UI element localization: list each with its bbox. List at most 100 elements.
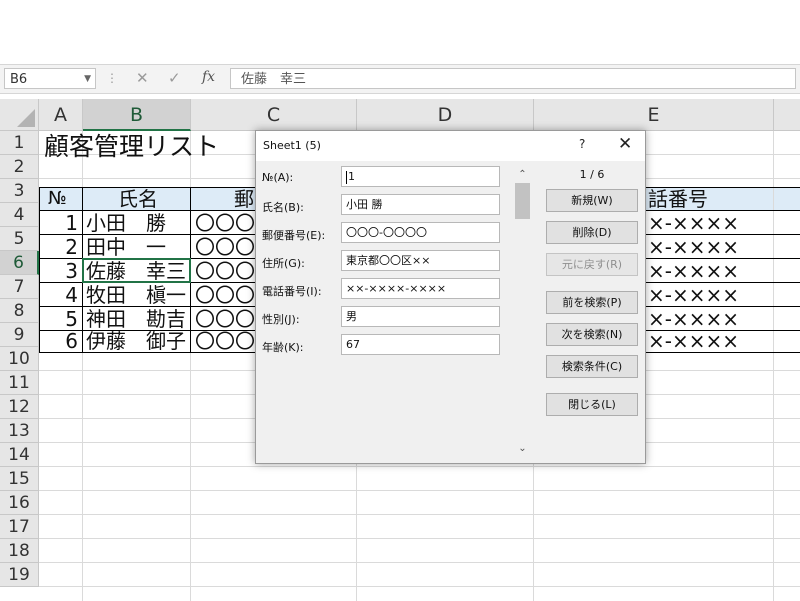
data-form-dialog: Sheet1 (5) ? ✕ №(A): 1 氏名(B): 小田 勝 郵便番号(… <box>255 130 646 464</box>
record-phone-partial[interactable]: ×-×××× <box>648 283 798 307</box>
row-header-5[interactable]: 5 <box>0 227 39 251</box>
select-all-corner[interactable] <box>0 99 39 131</box>
window-top-area <box>0 0 800 58</box>
name-box[interactable]: B6 ▼ <box>4 68 96 89</box>
column-header-e[interactable]: E <box>534 99 774 131</box>
field-label-phone: 電話番号(I): <box>262 285 322 298</box>
dialog-title: Sheet1 (5) <box>263 139 321 152</box>
gridline <box>39 490 800 491</box>
field-input-postal-code[interactable]: 〇〇〇-〇〇〇〇 <box>341 222 500 243</box>
row-header-4[interactable]: 4 <box>0 203 39 227</box>
gridline <box>39 562 800 563</box>
gridline <box>39 586 800 587</box>
record-postal-partial[interactable]: 〇〇〇 <box>195 283 255 307</box>
row-header-1[interactable]: 1 <box>0 131 39 155</box>
scroll-up-icon[interactable]: ⌃ <box>514 169 531 180</box>
row-header-3[interactable]: 3 <box>0 179 39 203</box>
record-name[interactable]: 牧田 槇一 <box>86 283 190 307</box>
field-label-postal-code: 郵便番号(E): <box>262 229 326 242</box>
field-label-address: 住所(G): <box>262 257 305 270</box>
record-phone-partial[interactable]: ×-×××× <box>648 235 798 259</box>
record-postal-partial[interactable]: 〇〇〇 <box>195 329 255 353</box>
row-header-17[interactable]: 17 <box>0 515 39 539</box>
row-header-6[interactable]: 6 <box>0 251 39 275</box>
close-icon[interactable]: ✕ <box>618 134 632 154</box>
restore-button[interactable]: 元に戻す(R) <box>546 253 638 276</box>
field-label-age: 年齢(K): <box>262 341 304 354</box>
record-postal-partial[interactable]: 〇〇〇 <box>195 235 255 259</box>
field-input-name[interactable]: 小田 勝 <box>341 194 500 215</box>
find-next-button[interactable]: 次を検索(N) <box>546 323 638 346</box>
record-no[interactable]: 4 <box>40 283 78 307</box>
field-label-no: №(A): <box>262 171 294 184</box>
record-no[interactable]: 5 <box>40 307 78 331</box>
row-header-13[interactable]: 13 <box>0 419 39 443</box>
header-name[interactable]: 氏名 <box>118 187 178 211</box>
header-no[interactable]: № <box>48 187 82 211</box>
record-phone-partial[interactable]: ×-×××× <box>648 329 798 353</box>
header-phone-partial[interactable]: 話番号 <box>648 187 758 211</box>
record-name[interactable]: 田中 一 <box>86 235 190 259</box>
row-header-16[interactable]: 16 <box>0 491 39 515</box>
record-phone-partial[interactable]: ×-×××× <box>648 211 798 235</box>
delete-button[interactable]: 削除(D) <box>546 221 638 244</box>
formula-bar-grip-icon: ⋮ <box>106 71 118 85</box>
column-header-c[interactable]: C <box>191 99 357 131</box>
row-header-14[interactable]: 14 <box>0 443 39 467</box>
header-c-partial[interactable]: 郵 <box>234 187 256 211</box>
column-header-a[interactable]: A <box>39 99 83 131</box>
active-cell-indicator <box>82 258 191 283</box>
field-value-no: 1 <box>348 170 355 183</box>
field-label-name: 氏名(B): <box>262 201 304 214</box>
row-header-7[interactable]: 7 <box>0 275 39 299</box>
record-postal-partial[interactable]: 〇〇〇 <box>195 211 255 235</box>
field-input-phone[interactable]: ××-××××-×××× <box>341 278 500 299</box>
record-name[interactable]: 小田 勝 <box>86 211 190 235</box>
field-input-gender[interactable]: 男 <box>341 306 500 327</box>
dialog-title-bar[interactable]: Sheet1 (5) ? ✕ <box>256 131 645 161</box>
row-header-11[interactable]: 11 <box>0 371 39 395</box>
record-name[interactable]: 神田 勘吉 <box>86 307 190 331</box>
help-icon[interactable]: ? <box>579 137 585 151</box>
field-input-age[interactable]: 67 <box>341 334 500 355</box>
row-header-2[interactable]: 2 <box>0 155 39 179</box>
row-header-19[interactable]: 19 <box>0 563 39 587</box>
field-input-address[interactable]: 東京都〇〇区×× <box>341 250 500 271</box>
insert-function-icon[interactable]: fx <box>202 69 215 85</box>
criteria-button[interactable]: 検索条件(C) <box>546 355 638 378</box>
enter-icon[interactable]: ✓ <box>168 69 181 87</box>
record-no[interactable]: 3 <box>40 259 78 283</box>
record-name[interactable]: 伊藤 御子 <box>86 329 190 353</box>
chevron-down-icon[interactable]: ▼ <box>84 69 91 90</box>
record-phone-partial[interactable]: ×-×××× <box>648 307 798 331</box>
record-scrollbar[interactable]: ⌃ ⌄ <box>514 167 531 459</box>
sheet-title[interactable]: 顧客管理リスト <box>44 132 219 162</box>
row-header-9[interactable]: 9 <box>0 323 39 347</box>
row-header-15[interactable]: 15 <box>0 467 39 491</box>
column-header-b[interactable]: B <box>83 99 191 131</box>
scrollbar-thumb[interactable] <box>515 183 530 219</box>
name-box-value: B6 <box>10 72 28 87</box>
column-header-d[interactable]: D <box>357 99 534 131</box>
record-phone-partial[interactable]: ×-×××× <box>648 259 798 283</box>
record-no[interactable]: 2 <box>40 235 78 259</box>
find-prev-button[interactable]: 前を検索(P) <box>546 291 638 314</box>
scroll-down-icon[interactable]: ⌄ <box>514 443 531 454</box>
row-header-10[interactable]: 10 <box>0 347 39 371</box>
row-header-18[interactable]: 18 <box>0 539 39 563</box>
record-postal-partial[interactable]: 〇〇〇 <box>195 307 255 331</box>
field-input-no[interactable]: 1 <box>341 166 500 187</box>
formula-input[interactable]: 佐藤 幸三 <box>230 68 796 89</box>
gridline <box>39 466 800 467</box>
record-no[interactable]: 6 <box>40 329 78 353</box>
close-button[interactable]: 閉じる(L) <box>546 393 638 416</box>
record-postal-partial[interactable]: 〇〇〇 <box>195 259 255 283</box>
record-counter: 1 / 6 <box>579 168 605 181</box>
text-caret <box>346 170 347 184</box>
row-header-8[interactable]: 8 <box>0 299 39 323</box>
column-header-f[interactable] <box>774 99 800 131</box>
row-header-12[interactable]: 12 <box>0 395 39 419</box>
cancel-icon[interactable]: ✕ <box>136 69 149 87</box>
record-no[interactable]: 1 <box>40 211 78 235</box>
new-button[interactable]: 新規(W) <box>546 189 638 212</box>
